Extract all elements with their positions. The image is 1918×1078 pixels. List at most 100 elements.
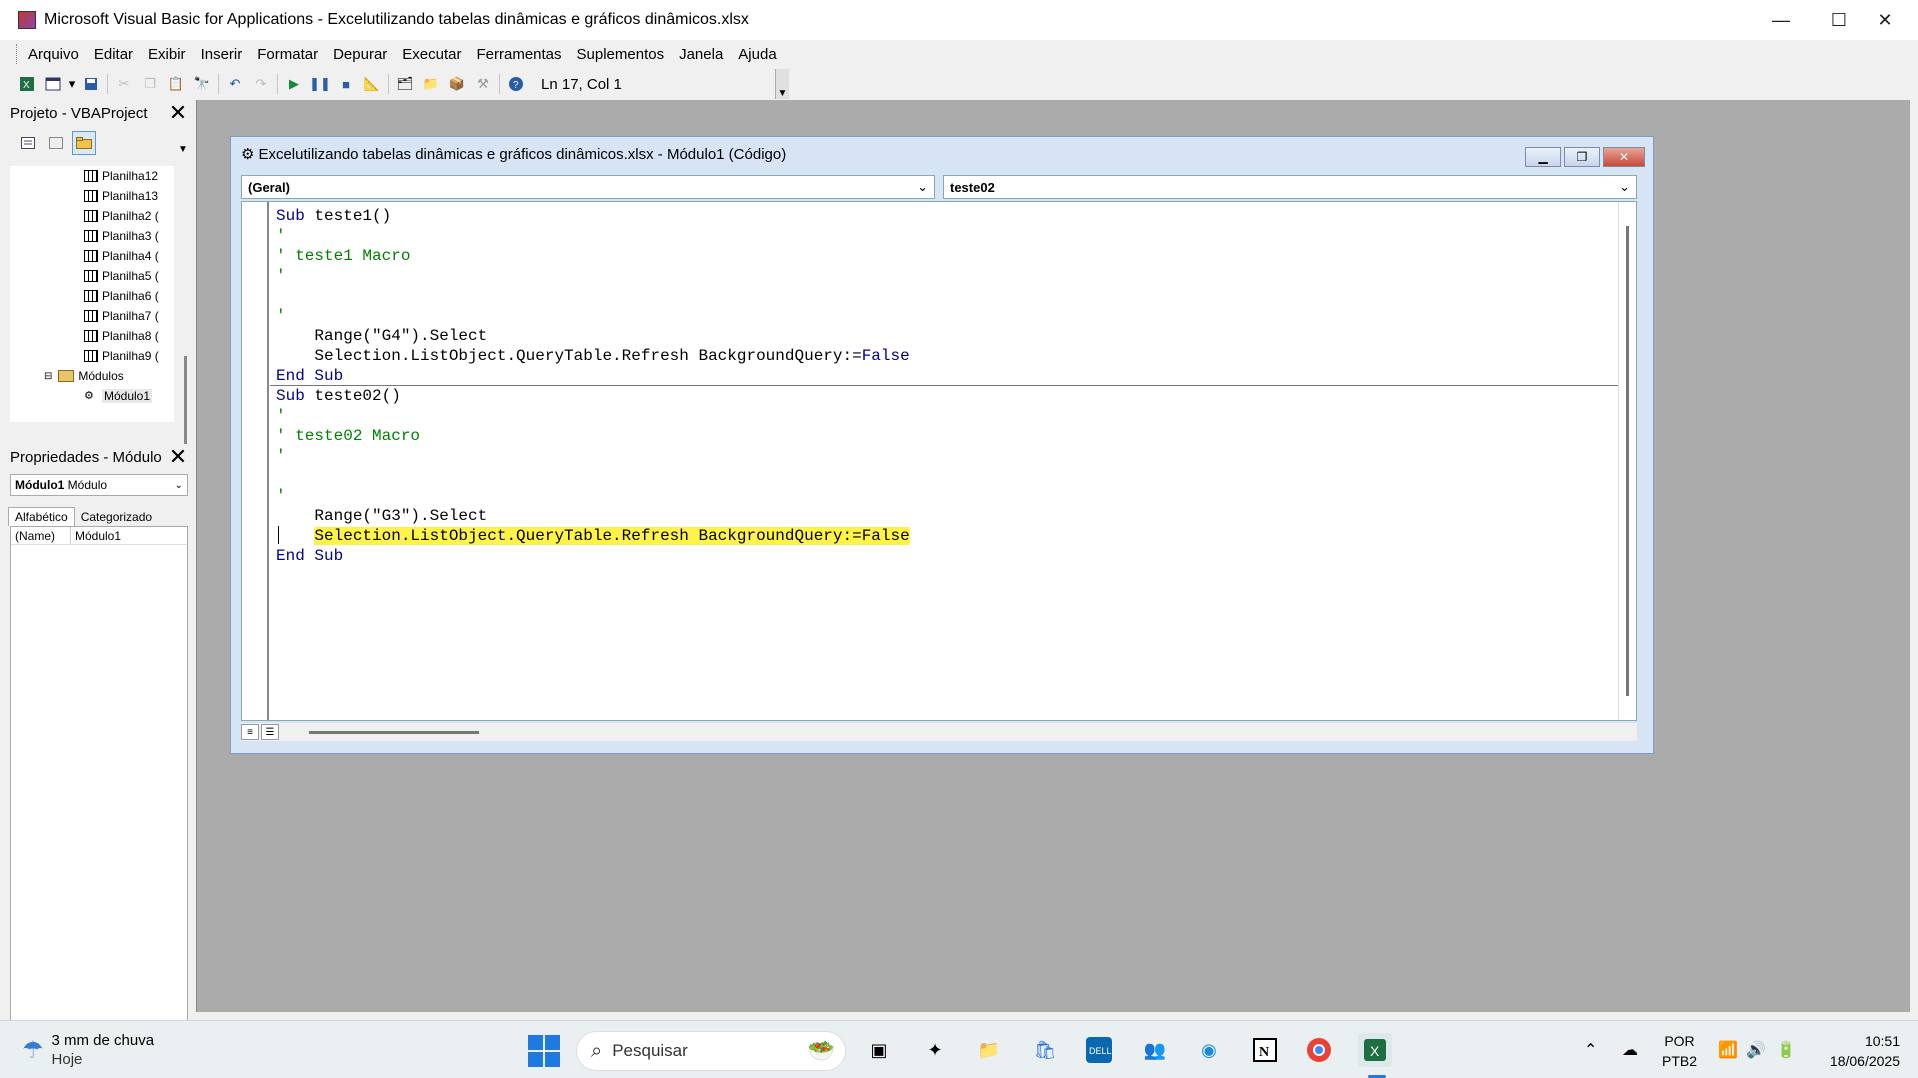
tree-item-planilha2[interactable]: Planilha2 (	[10, 206, 174, 226]
menu-arquivo[interactable]: Arquivo	[28, 46, 79, 63]
menu-editar[interactable]: Editar	[94, 46, 133, 63]
onedrive-icon[interactable]: ☁	[1622, 1021, 1638, 1078]
code-line[interactable]: '	[276, 486, 910, 506]
toggle-folders-icon[interactable]	[72, 131, 96, 155]
view-code-icon[interactable]	[16, 131, 40, 155]
file-explorer-icon[interactable]: 📁	[972, 1033, 1006, 1067]
code-line[interactable]: End Sub	[276, 366, 910, 386]
object-combo[interactable]: (Geral) ⌄	[241, 175, 935, 199]
store-icon[interactable]: 🛍	[1028, 1033, 1062, 1067]
design-mode-icon[interactable]: 📐	[359, 71, 385, 97]
tree-item-planilha3[interactable]: Planilha3 (	[10, 226, 174, 246]
tree-item-modulos-folder[interactable]: ⊟ Módulos	[10, 366, 174, 386]
close-button[interactable]: ✕	[1603, 147, 1645, 167]
excel-taskbar-icon[interactable]: X	[1358, 1033, 1392, 1067]
code-line[interactable]: ' teste1 Macro	[276, 246, 910, 266]
help-icon[interactable]: ?	[503, 71, 529, 97]
menu-executar[interactable]: Executar	[402, 46, 461, 63]
volume-icon[interactable]: 🔊	[1746, 1021, 1766, 1078]
code-line[interactable]: Range("G3").Select	[276, 506, 910, 526]
save-icon[interactable]	[78, 71, 104, 97]
view-object-icon[interactable]	[44, 131, 68, 155]
toolbar-options-chevron-icon[interactable]: ▼	[775, 69, 789, 99]
code-line[interactable]: Selection.ListObject.QueryTable.Refresh …	[276, 526, 910, 546]
code-line[interactable]: '	[276, 446, 910, 466]
tree-item-planilha12[interactable]: Planilha12	[10, 166, 174, 186]
cut-icon[interactable]: ✂	[111, 71, 137, 97]
close-icon[interactable]: ✕	[166, 444, 190, 469]
copilot-icon[interactable]: ✦	[918, 1033, 952, 1067]
wifi-icon[interactable]: 📶	[1718, 1021, 1738, 1078]
close-icon[interactable]: ✕	[166, 100, 190, 125]
chevron-down-icon[interactable]: ▾	[66, 71, 78, 97]
chrome-icon[interactable]	[1302, 1033, 1336, 1067]
code-line[interactable]: '	[276, 266, 910, 286]
reset-icon[interactable]: ■	[333, 71, 359, 97]
redo-icon[interactable]: ↷	[248, 71, 274, 97]
find-icon[interactable]: 🔭	[189, 71, 215, 97]
menu-grip[interactable]	[16, 44, 20, 64]
system-clock[interactable]: 10:51 18/06/2025	[1810, 1031, 1900, 1071]
close-button[interactable]: ✕	[1856, 0, 1914, 40]
insert-form-icon[interactable]	[40, 71, 66, 97]
collapse-icon[interactable]: ⊟	[44, 371, 52, 382]
menu-formatar[interactable]: Formatar	[257, 46, 318, 63]
code-line[interactable]: '	[276, 406, 910, 426]
paste-icon[interactable]: 📋	[163, 71, 189, 97]
restore-button[interactable]: ❐	[1564, 147, 1600, 167]
scroll-thumb[interactable]	[1626, 226, 1629, 696]
code-line[interactable]	[276, 466, 910, 486]
code-line[interactable]: Sub teste02()	[276, 386, 910, 406]
horizontal-scroll-thumb[interactable]	[309, 730, 479, 734]
tree-item-planilha8[interactable]: Planilha8 (	[10, 326, 174, 346]
weather-widget[interactable]: ☂ 3 mm de chuva Hoje	[22, 1031, 154, 1069]
object-select[interactable]: Módulo1 Módulo ⌄	[10, 474, 188, 496]
full-module-view-icon[interactable]: ☰	[261, 724, 279, 740]
break-icon[interactable]: ❚❚	[307, 71, 333, 97]
properties-icon[interactable]: 📁	[418, 71, 444, 97]
object-browser-icon[interactable]: 📦	[444, 71, 470, 97]
run-icon[interactable]: ▶	[281, 71, 307, 97]
breakpoint-margin[interactable]	[242, 202, 269, 720]
taskbar-search[interactable]: ⌕ Pesquisar 🥗	[576, 1031, 846, 1071]
procedure-view-icon[interactable]: ≡	[241, 724, 259, 740]
tree-item-modulo1[interactable]: ⚙ Módulo1	[10, 386, 174, 406]
code-line[interactable]: Sub teste1()	[276, 206, 910, 226]
code-line[interactable]: ' teste02 Macro	[276, 426, 910, 446]
language-indicator[interactable]: POR PTB2	[1662, 1031, 1697, 1071]
task-view-icon[interactable]: ▣	[862, 1033, 896, 1067]
start-button[interactable]	[528, 1035, 560, 1067]
teams-icon[interactable]: 👥	[1138, 1033, 1172, 1067]
show-hidden-icons-chevron-up-icon[interactable]: ⌃	[1584, 1021, 1597, 1078]
tab-alfabetico[interactable]: Alfabético	[8, 507, 75, 526]
minimize-button[interactable]: ▁	[1525, 147, 1561, 167]
edge-icon[interactable]: ◉	[1192, 1033, 1226, 1067]
menu-exibir[interactable]: Exibir	[148, 46, 186, 63]
dell-icon[interactable]: DELL	[1082, 1033, 1116, 1067]
minimize-button[interactable]: —	[1752, 0, 1810, 40]
code-lines[interactable]: Sub teste1() ' ' teste1 Macro ' ' Range("G4"…	[276, 206, 910, 566]
procedure-combo[interactable]: teste02 ⌄	[943, 175, 1637, 199]
code-line[interactable]: Range("G4").Select	[276, 326, 910, 346]
toolbar-expand-chevron-icon[interactable]: ▼	[176, 134, 190, 160]
battery-icon[interactable]: 🔋	[1776, 1021, 1796, 1078]
code-line[interactable]: '	[276, 306, 910, 326]
tree-item-planilha7[interactable]: Planilha7 (	[10, 306, 174, 326]
tree-item-planilha6[interactable]: Planilha6 (	[10, 286, 174, 306]
code-line[interactable]: End Sub	[276, 546, 910, 566]
code-line[interactable]	[276, 286, 910, 306]
property-value[interactable]: Módulo1	[71, 529, 121, 543]
menu-inserir[interactable]: Inserir	[201, 46, 243, 63]
tree-item-planilha9[interactable]: Planilha9 (	[10, 346, 174, 366]
code-vertical-scrollbar[interactable]	[1618, 202, 1636, 720]
tab-categorizado[interactable]: Categorizado	[75, 508, 158, 526]
menu-janela[interactable]: Janela	[679, 46, 723, 63]
menu-suplementos[interactable]: Suplementos	[577, 46, 665, 63]
tree-item-planilha5[interactable]: Planilha5 (	[10, 266, 174, 286]
menu-ferramentas[interactable]: Ferramentas	[477, 46, 562, 63]
undo-icon[interactable]: ↶	[222, 71, 248, 97]
excel-icon[interactable]: X	[14, 71, 40, 97]
project-explorer-icon[interactable]: 🗂	[392, 71, 418, 97]
property-row-name[interactable]: (Name) Módulo1	[11, 527, 187, 545]
code-line[interactable]: '	[276, 226, 910, 246]
